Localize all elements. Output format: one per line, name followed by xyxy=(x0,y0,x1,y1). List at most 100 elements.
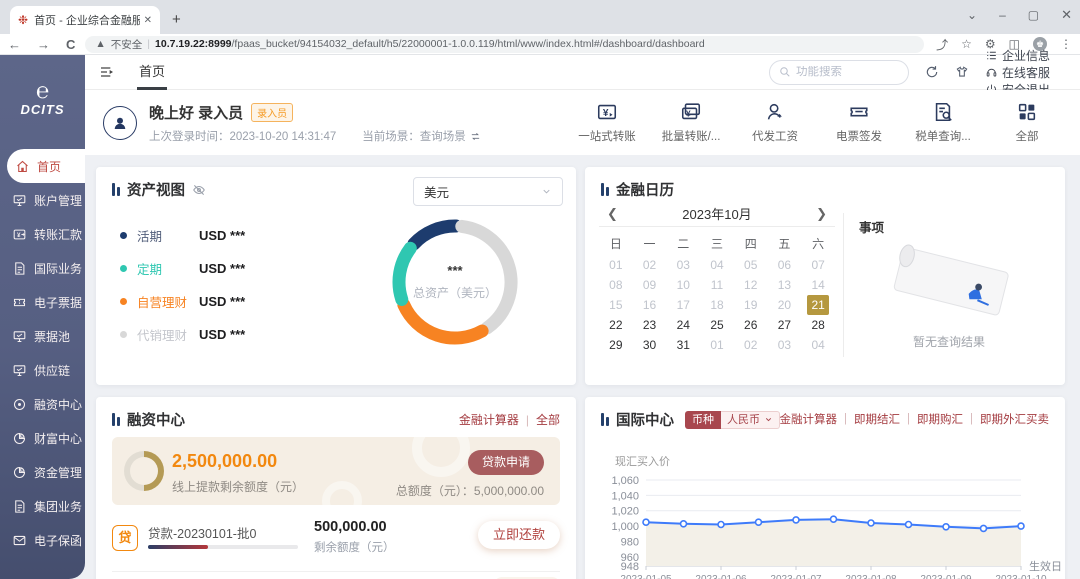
calendar-day[interactable]: 05 xyxy=(734,255,768,275)
window-maximize-icon[interactable]: ▢ xyxy=(1028,8,1039,22)
calendar-day[interactable]: 28 xyxy=(801,315,835,335)
all-apps-icon xyxy=(1016,101,1038,123)
quick-action-3[interactable]: 电票签发 xyxy=(830,101,888,144)
search-input[interactable] xyxy=(796,66,896,78)
intl-link-2[interactable]: 即期购汇 xyxy=(917,411,963,427)
sidebar-item-0[interactable]: 首页 xyxy=(7,149,85,183)
calendar-day[interactable]: 24 xyxy=(666,315,700,335)
sidebar-item-10[interactable]: 集团业务 xyxy=(0,489,85,523)
yen-transfer-icon: ¥ xyxy=(12,227,27,242)
calendar-day[interactable]: 26 xyxy=(734,315,768,335)
intl-link-1[interactable]: 即期结汇 xyxy=(854,411,900,427)
tab-home[interactable]: 首页 xyxy=(137,55,167,90)
currency-dropdown[interactable]: 美元 xyxy=(413,177,563,206)
calendar-day[interactable]: 19 xyxy=(734,295,768,315)
quick-action-0[interactable]: ¥一站式转账 xyxy=(578,101,636,144)
card-title-icon xyxy=(112,413,120,426)
quick-action-5[interactable]: 全部 xyxy=(998,101,1056,144)
calendar-day[interactable]: 23 xyxy=(633,315,667,335)
sidebar-item-7[interactable]: 融资中心 xyxy=(0,387,85,421)
intl-link-3[interactable]: 即期外汇买卖 xyxy=(980,411,1049,427)
repay-now-button[interactable]: 立即还款 xyxy=(478,521,560,549)
calendar-day[interactable]: 22 xyxy=(599,315,633,335)
calendar-day[interactable]: 20 xyxy=(768,295,802,315)
fx-line-chart: 1,0601,0401,0201,0009809609482023-01-052… xyxy=(591,467,1061,579)
calendar-day[interactable]: 03 xyxy=(666,255,700,275)
scene-text: 当前场景：查询场景 xyxy=(362,128,481,144)
quick-action-4[interactable]: 税单查询... xyxy=(914,101,972,144)
sidebar-item-2[interactable]: ¥转账汇款 xyxy=(0,217,85,251)
calendar-day[interactable]: 13 xyxy=(768,275,802,295)
calendar-day[interactable]: 10 xyxy=(666,275,700,295)
financing-link-0[interactable]: 金融计算器 xyxy=(459,411,519,428)
eye-off-icon[interactable] xyxy=(192,183,206,197)
calendar-day[interactable]: 14 xyxy=(801,275,835,295)
sidebar-item-9[interactable]: 资金管理 xyxy=(0,455,85,489)
sidebar-item-6[interactable]: 供应链 xyxy=(0,353,85,387)
share-icon[interactable]: ⤴ xyxy=(936,36,948,53)
loan-apply-button[interactable]: 贷款申请 xyxy=(468,450,544,475)
function-search[interactable] xyxy=(769,60,909,85)
url-field[interactable]: ▲ 不安全 | 10.7.19.22:8999/fpaas_bucket/941… xyxy=(85,36,924,53)
switch-scene-icon[interactable] xyxy=(470,131,481,142)
theme-skin-icon[interactable] xyxy=(955,65,969,79)
calendar-day[interactable]: 02 xyxy=(734,335,768,355)
calendar-day[interactable]: 27 xyxy=(768,315,802,335)
calendar-day[interactable]: 04 xyxy=(801,335,835,355)
window-minimize-icon[interactable]: – xyxy=(999,8,1006,22)
topbar-link-0[interactable]: 企业信息 xyxy=(985,47,1050,64)
window-close-icon[interactable]: ✕ xyxy=(1061,7,1072,23)
calendar-day[interactable]: 31 xyxy=(666,335,700,355)
refresh-icon[interactable] xyxy=(925,65,939,79)
calendar-day[interactable]: 12 xyxy=(734,275,768,295)
calendar-day[interactable]: 11 xyxy=(700,275,734,295)
browser-tab[interactable]: ❉ 首页 - 企业综合金融服务平台 ✕ xyxy=(10,6,160,34)
calendar-day[interactable]: 18 xyxy=(700,295,734,315)
bookmark-star-icon[interactable]: ☆ xyxy=(961,37,972,51)
calendar-day[interactable]: 16 xyxy=(633,295,667,315)
calendar-day[interactable]: 09 xyxy=(633,275,667,295)
calendar-day[interactable]: 06 xyxy=(768,255,802,275)
sidebar-item-1[interactable]: 账户管理 xyxy=(0,183,85,217)
calendar-day[interactable]: 03 xyxy=(768,335,802,355)
quick-action-2[interactable]: 代发工资 xyxy=(746,101,804,144)
headset-icon xyxy=(985,66,998,79)
financing-link-1[interactable]: 全部 xyxy=(536,411,560,428)
back-icon[interactable]: ← xyxy=(8,37,21,52)
sidebar-item-11[interactable]: 电子保函 xyxy=(0,523,85,557)
calendar-day[interactable]: 25 xyxy=(700,315,734,335)
tab-close-icon[interactable]: ✕ xyxy=(144,15,152,26)
sidebar-item-3[interactable]: 国际业务 xyxy=(0,251,85,285)
intl-link-0[interactable]: 金融计算器 xyxy=(780,411,838,427)
currency-tag-dropdown[interactable]: 币种 人民币 xyxy=(685,411,780,429)
chevron-down-icon xyxy=(764,415,773,424)
prev-month-icon[interactable]: ❮ xyxy=(607,206,618,222)
sidebar-item-8[interactable]: 财富中心 xyxy=(0,421,85,455)
sidebar-item-4[interactable]: 电子票据 xyxy=(0,285,85,319)
address-bar: ← → C ▲ 不安全 | 10.7.19.22:8999/fpaas_buck… xyxy=(0,34,1080,55)
sidebar-item-5[interactable]: 票据池 xyxy=(0,319,85,353)
calendar-day[interactable]: 04 xyxy=(700,255,734,275)
calendar-day[interactable]: 07 xyxy=(801,255,835,275)
monitor-icon xyxy=(12,363,27,378)
calendar-day[interactable]: 01 xyxy=(599,255,633,275)
calendar-day[interactable]: 17 xyxy=(666,295,700,315)
last-login-text: 上次登录时间：2023-10-20 14:31:47 xyxy=(149,128,336,144)
window-profile-chevron-icon[interactable]: ⌄ xyxy=(967,8,977,22)
collapse-menu-icon[interactable] xyxy=(99,64,115,80)
reload-icon[interactable]: C xyxy=(66,37,75,52)
calendar-day[interactable]: 02 xyxy=(633,255,667,275)
calendar-day-today[interactable]: 21 xyxy=(801,295,835,315)
new-tab-button[interactable]: + xyxy=(172,11,181,28)
next-month-icon[interactable]: ❯ xyxy=(816,206,827,222)
topbar-link-1[interactable]: 在线客服 xyxy=(985,64,1050,81)
user-avatar[interactable] xyxy=(103,106,137,140)
search-icon xyxy=(779,66,791,78)
quick-action-1[interactable]: ¥批量转账/... xyxy=(662,101,720,144)
calendar-day[interactable]: 29 xyxy=(599,335,633,355)
calendar-day[interactable]: 01 xyxy=(700,335,734,355)
calendar-day[interactable]: 08 xyxy=(599,275,633,295)
calendar-day[interactable]: 15 xyxy=(599,295,633,315)
forward-icon[interactable]: → xyxy=(37,37,50,52)
calendar-day[interactable]: 30 xyxy=(633,335,667,355)
